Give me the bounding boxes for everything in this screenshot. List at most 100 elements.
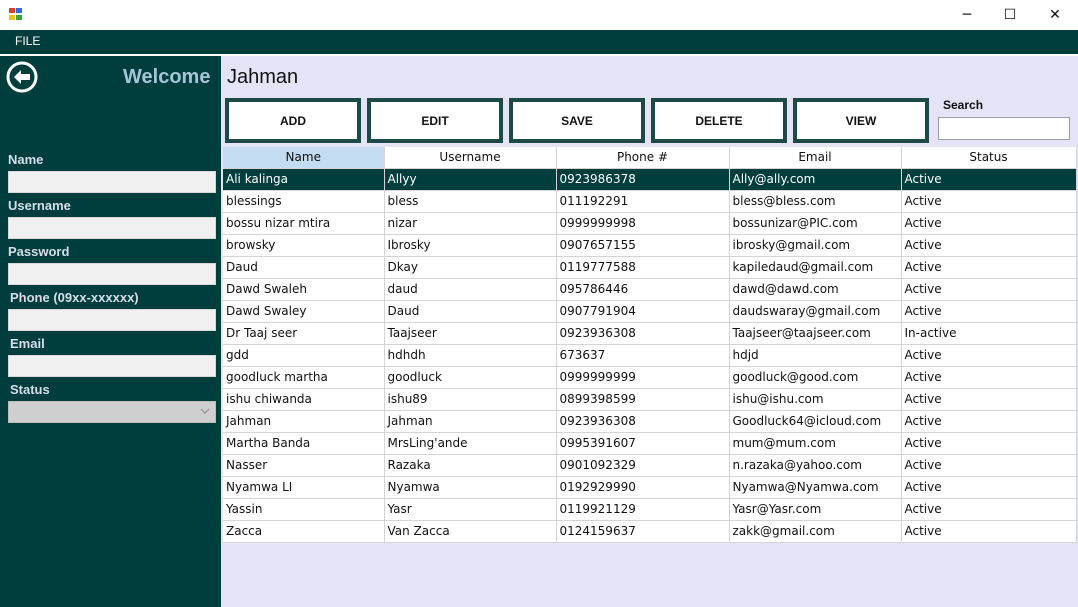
cell-name[interactable]: Yassin xyxy=(223,498,385,521)
cell-email[interactable]: Goodluck64@icloud.com xyxy=(729,410,902,433)
cell-username[interactable]: Allyy xyxy=(384,168,557,191)
cell-phone[interactable]: 0119921129 xyxy=(556,498,730,521)
cell-email[interactable]: Taajseer@taajseer.com xyxy=(729,322,902,345)
table-row[interactable]: Nyamwa LI Nyamwa 0192929990 Nyamwa@Nyamwa.c… xyxy=(223,476,1077,499)
cell-phone[interactable]: 0124159637 xyxy=(556,520,730,543)
save-button[interactable]: SAVE xyxy=(509,98,645,143)
cell-phone[interactable]: 0999999998 xyxy=(556,212,730,235)
cell-username[interactable]: Daud xyxy=(384,300,557,323)
cell-email[interactable]: hdjd xyxy=(729,344,902,367)
column-header-phone[interactable]: Phone # xyxy=(556,147,730,169)
cell-username[interactable]: Taajseer xyxy=(384,322,557,345)
cell-username[interactable]: ishu89 xyxy=(384,388,557,411)
cell-name[interactable]: bossu nizar mtira xyxy=(223,212,385,235)
name-field[interactable] xyxy=(8,171,216,193)
cell-username[interactable]: Razaka xyxy=(384,454,557,477)
cell-name[interactable]: Martha Banda xyxy=(223,432,385,455)
cell-email[interactable]: kapiledaud@gmail.com xyxy=(729,256,902,279)
table-row[interactable]: Dawd Swaleh daud 095786446 dawd@dawd.com Act… xyxy=(223,278,1077,301)
cell-name[interactable]: Dawd Swaley xyxy=(223,300,385,323)
status-select[interactable] xyxy=(8,401,216,423)
cell-status[interactable]: Active xyxy=(901,256,1077,279)
delete-button[interactable]: DELETE xyxy=(651,98,787,143)
cell-status[interactable]: Active xyxy=(901,344,1077,367)
cell-username[interactable]: daud xyxy=(384,278,557,301)
table-row[interactable]: Yassin Yasr 0119921129 Yasr@Yasr.com Active xyxy=(223,498,1077,521)
table-row[interactable]: Dr Taaj seer Taajseer 0923936308 Taajseer@t… xyxy=(223,322,1077,345)
close-button[interactable]: ✕ xyxy=(1032,0,1078,30)
cell-status[interactable]: Active xyxy=(901,410,1077,433)
cell-phone[interactable]: 0923936308 xyxy=(556,410,730,433)
cell-email[interactable]: dawd@dawd.com xyxy=(729,278,902,301)
cell-status[interactable]: Active xyxy=(901,212,1077,235)
cell-phone[interactable]: 095786446 xyxy=(556,278,730,301)
menu-file[interactable]: FILE xyxy=(15,34,40,48)
cell-email[interactable]: zakk@gmail.com xyxy=(729,520,902,543)
cell-status[interactable]: Active xyxy=(901,454,1077,477)
table-row[interactable]: browsky Ibrosky 0907657155 ibrosky@gmail.co… xyxy=(223,234,1077,257)
cell-email[interactable]: bless@bless.com xyxy=(729,190,902,213)
column-header-email[interactable]: Email xyxy=(729,147,902,169)
cell-username[interactable]: nizar xyxy=(384,212,557,235)
cell-name[interactable]: Daud xyxy=(223,256,385,279)
cell-phone[interactable]: 011192291 xyxy=(556,190,730,213)
password-field[interactable] xyxy=(8,263,216,285)
cell-email[interactable]: Yasr@Yasr.com xyxy=(729,498,902,521)
table-row[interactable]: gdd hdhdh 673637 hdjd Active xyxy=(223,344,1077,367)
cell-username[interactable]: bless xyxy=(384,190,557,213)
cell-phone[interactable]: 0999999999 xyxy=(556,366,730,389)
cell-name[interactable]: Nyamwa LI xyxy=(223,476,385,499)
search-input[interactable] xyxy=(938,117,1070,140)
column-header-name[interactable]: Name xyxy=(223,147,385,169)
cell-email[interactable]: n.razaka@yahoo.com xyxy=(729,454,902,477)
cell-status[interactable]: Active xyxy=(901,388,1077,411)
cell-status[interactable]: Active xyxy=(901,498,1077,521)
cell-username[interactable]: Yasr xyxy=(384,498,557,521)
cell-status[interactable]: Active xyxy=(901,234,1077,257)
cell-name[interactable]: Dawd Swaleh xyxy=(223,278,385,301)
cell-username[interactable]: goodluck xyxy=(384,366,557,389)
cell-phone[interactable]: 0119777588 xyxy=(556,256,730,279)
cell-status[interactable]: Active xyxy=(901,190,1077,213)
cell-status[interactable]: Active xyxy=(901,278,1077,301)
back-arrow-icon[interactable] xyxy=(6,61,38,93)
username-field[interactable] xyxy=(8,217,216,239)
cell-phone[interactable]: 0923936308 xyxy=(556,322,730,345)
cell-name[interactable]: goodluck martha xyxy=(223,366,385,389)
cell-email[interactable]: mum@mum.com xyxy=(729,432,902,455)
cell-phone[interactable]: 673637 xyxy=(556,344,730,367)
cell-email[interactable]: Nyamwa@Nyamwa.com xyxy=(729,476,902,499)
cell-phone[interactable]: 0923986378 xyxy=(556,168,730,191)
cell-phone[interactable]: 0907791904 xyxy=(556,300,730,323)
column-header-status[interactable]: Status xyxy=(901,147,1077,169)
table-row[interactable]: Jahman Jahman 0923936308 Goodluck64@icloud.… xyxy=(223,410,1077,433)
table-row[interactable]: Ali kalinga Allyy 0923986378 Ally@ally.com A… xyxy=(223,168,1077,191)
cell-status[interactable]: Active xyxy=(901,432,1077,455)
cell-status[interactable]: Active xyxy=(901,476,1077,499)
cell-name[interactable]: Dr Taaj seer xyxy=(223,322,385,345)
cell-email[interactable]: ishu@ishu.com xyxy=(729,388,902,411)
cell-email[interactable]: goodluck@good.com xyxy=(729,366,902,389)
cell-status[interactable]: Active xyxy=(901,300,1077,323)
cell-email[interactable]: Ally@ally.com xyxy=(729,168,902,191)
cell-email[interactable]: ibrosky@gmail.com xyxy=(729,234,902,257)
phone-field[interactable] xyxy=(8,309,216,331)
table-row[interactable]: goodluck martha goodluck 0999999999 goodluc… xyxy=(223,366,1077,389)
cell-phone[interactable]: 0907657155 xyxy=(556,234,730,257)
cell-name[interactable]: gdd xyxy=(223,344,385,367)
cell-username[interactable]: Jahman xyxy=(384,410,557,433)
table-row[interactable]: Martha Banda MrsLing'ande 0995391607 mum@mu… xyxy=(223,432,1077,455)
cell-phone[interactable]: 0899398599 xyxy=(556,388,730,411)
cell-phone[interactable]: 0192929990 xyxy=(556,476,730,499)
add-button[interactable]: ADD xyxy=(225,98,361,143)
table-row[interactable]: Daud Dkay 0119777588 kapiledaud@gmail.com Ac… xyxy=(223,256,1077,279)
cell-username[interactable]: hdhdh xyxy=(384,344,557,367)
cell-status[interactable]: Active xyxy=(901,168,1077,191)
table-row[interactable]: bossu nizar mtira nizar 0999999998 bossuniz… xyxy=(223,212,1077,235)
table-row[interactable]: blessings bless 011192291 bless@bless.com Ac… xyxy=(223,190,1077,213)
column-header-username[interactable]: Username xyxy=(384,147,557,169)
cell-username[interactable]: MrsLing'ande xyxy=(384,432,557,455)
cell-phone[interactable]: 0995391607 xyxy=(556,432,730,455)
edit-button[interactable]: EDIT xyxy=(367,98,503,143)
cell-phone[interactable]: 0901092329 xyxy=(556,454,730,477)
